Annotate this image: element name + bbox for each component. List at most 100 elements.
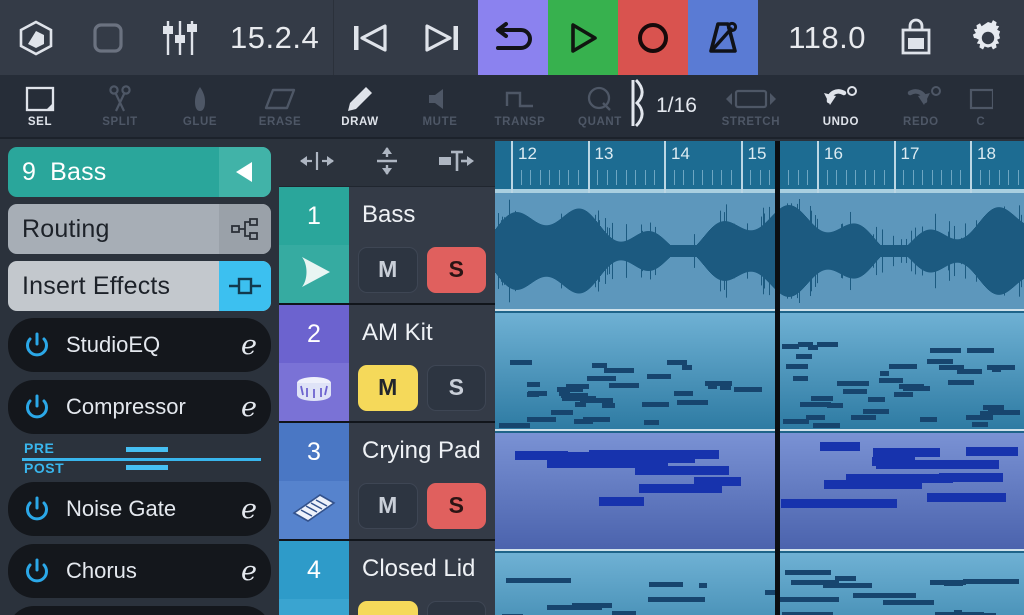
- midi-note[interactable]: [966, 415, 993, 420]
- arrange-area[interactable]: 12131415161718: [495, 141, 1024, 615]
- collapse-left-arrow-icon[interactable]: [219, 147, 271, 197]
- insert-slot-icon[interactable]: [219, 261, 271, 311]
- routing-tree-icon[interactable]: [219, 204, 271, 254]
- midi-note[interactable]: [602, 403, 615, 408]
- power-icon[interactable]: [24, 558, 50, 584]
- midi-note[interactable]: [765, 590, 775, 595]
- playhead[interactable]: [775, 141, 780, 615]
- midi-note[interactable]: [853, 593, 916, 598]
- midi-note[interactable]: [894, 392, 913, 397]
- midi-note[interactable]: [927, 359, 953, 364]
- midi-note[interactable]: [527, 392, 539, 397]
- midi-note[interactable]: [846, 474, 953, 483]
- midi-note[interactable]: [872, 457, 916, 466]
- midi-region[interactable]: [495, 313, 775, 429]
- midi-note[interactable]: [889, 364, 917, 369]
- tempo-display[interactable]: 118.0: [774, 0, 880, 75]
- midi-note[interactable]: [808, 345, 819, 350]
- power-icon[interactable]: [24, 394, 50, 420]
- midi-note[interactable]: [699, 583, 707, 588]
- midi-note[interactable]: [677, 400, 708, 405]
- midi-note[interactable]: [863, 409, 889, 414]
- midi-note[interactable]: [587, 376, 616, 381]
- tool-transp[interactable]: TRANSP: [480, 74, 560, 138]
- tool-glue[interactable]: GLUE: [160, 74, 240, 138]
- mute-button[interactable]: M: [358, 483, 418, 529]
- edit-e-icon[interactable]: e: [241, 494, 257, 525]
- midi-note[interactable]: [612, 611, 636, 615]
- tool-stretch[interactable]: STRETCH: [701, 74, 801, 138]
- midi-note[interactable]: [642, 402, 669, 407]
- tool-redo[interactable]: REDO: [881, 74, 961, 138]
- midi-note[interactable]: [782, 612, 833, 615]
- midi-note[interactable]: [817, 342, 838, 347]
- midi-note[interactable]: [551, 410, 573, 415]
- track-color-strip[interactable]: 2: [279, 305, 349, 421]
- tool-mute[interactable]: MUTE: [400, 74, 480, 138]
- power-icon[interactable]: [24, 496, 50, 522]
- track-name[interactable]: AM Kit: [349, 305, 495, 360]
- rewind-to-start-icon[interactable]: [334, 0, 406, 75]
- tool-sel[interactable]: SEL: [0, 74, 80, 138]
- midi-note[interactable]: [972, 422, 989, 427]
- loop-button[interactable]: [478, 0, 548, 75]
- midi-note[interactable]: [966, 447, 1017, 456]
- tool-draw[interactable]: DRAW: [320, 74, 400, 138]
- midi-note[interactable]: [939, 365, 964, 370]
- snap-arrange-icon[interactable]: [437, 149, 477, 178]
- timeline-ruler[interactable]: 12131415161718: [495, 141, 1024, 193]
- midi-note[interactable]: [559, 391, 571, 396]
- midi-note[interactable]: [868, 397, 885, 402]
- midi-note[interactable]: [903, 386, 930, 391]
- mixer-faders-icon[interactable]: [144, 0, 216, 75]
- edit-e-icon[interactable]: e: [241, 392, 257, 423]
- midi-note[interactable]: [535, 578, 571, 583]
- solo-button[interactable]: S: [427, 365, 487, 411]
- midi-region[interactable]: [495, 553, 775, 615]
- track-row[interactable]: 2: [279, 305, 495, 423]
- arrange-lane-4[interactable]: [495, 553, 1024, 615]
- arrange-lane-2[interactable]: [495, 313, 1024, 431]
- solo-button[interactable]: S: [427, 601, 487, 615]
- pre-post-handle[interactable]: [126, 447, 168, 483]
- inspector-track-header[interactable]: 9 Bass: [8, 147, 271, 197]
- midi-note[interactable]: [963, 579, 1019, 584]
- pre-post-divider[interactable]: PRE POST: [8, 440, 271, 478]
- track-name[interactable]: Crying Pad: [349, 423, 495, 478]
- tool-split[interactable]: SPLIT: [80, 74, 160, 138]
- midi-note[interactable]: [569, 387, 580, 392]
- audio-region[interactable]: [495, 193, 1024, 309]
- horizontal-zoom-icon[interactable]: [297, 150, 337, 177]
- midi-note[interactable]: [781, 499, 897, 508]
- mute-button[interactable]: M: [358, 601, 418, 615]
- midi-region[interactable]: [780, 433, 1024, 549]
- midi-note[interactable]: [674, 391, 693, 396]
- tool-overflow[interactable]: C: [961, 74, 1001, 138]
- track-color-strip[interactable]: 3: [279, 423, 349, 539]
- midi-note[interactable]: [527, 382, 540, 387]
- track-row[interactable]: 1 Bass M S: [279, 187, 495, 305]
- insert-slot-2[interactable]: Compressor e: [8, 380, 271, 434]
- midi-region[interactable]: [780, 313, 1024, 429]
- midi-note[interactable]: [837, 381, 869, 386]
- midi-note[interactable]: [782, 344, 799, 349]
- midi-note[interactable]: [499, 423, 530, 428]
- power-icon[interactable]: [24, 332, 50, 358]
- midi-region[interactable]: [495, 433, 775, 549]
- midi-note[interactable]: [786, 364, 808, 369]
- tool-undo[interactable]: UNDO: [801, 74, 881, 138]
- midi-note[interactable]: [510, 360, 533, 365]
- track-color-strip[interactable]: 1: [279, 187, 349, 303]
- tool-erase[interactable]: ERASE: [240, 74, 320, 138]
- midi-note[interactable]: [635, 466, 729, 475]
- midi-note[interactable]: [827, 403, 843, 408]
- midi-note[interactable]: [851, 415, 876, 420]
- play-button[interactable]: [548, 0, 618, 75]
- midi-note[interactable]: [734, 387, 762, 392]
- midi-note[interactable]: [811, 396, 833, 401]
- inspector-insert-effects-row[interactable]: Insert Effects: [8, 261, 271, 311]
- midi-note[interactable]: [873, 448, 940, 457]
- midi-note[interactable]: [820, 442, 860, 451]
- midi-note[interactable]: [988, 410, 1020, 415]
- insert-slot-3[interactable]: Noise Gate e: [8, 482, 271, 536]
